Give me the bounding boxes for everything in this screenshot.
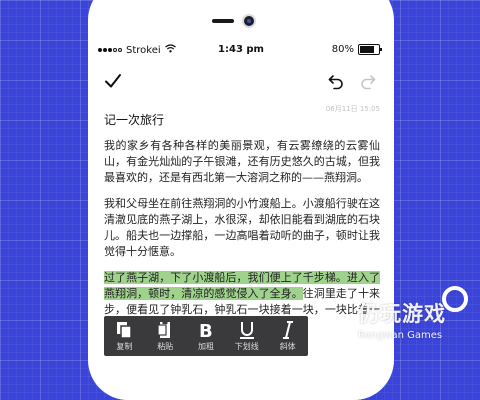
status-bar: Strokei 1:43 pm 80% — [88, 42, 394, 58]
italic-button[interactable]: 斜体 — [269, 320, 307, 352]
watermark-text: 仍玩游戏 — [358, 302, 446, 326]
front-camera — [244, 16, 254, 26]
italic-icon — [280, 320, 296, 340]
speaker-grille — [212, 19, 234, 23]
italic-label: 斜体 — [279, 342, 296, 351]
redo-icon[interactable] — [360, 74, 376, 94]
paste-label: 粘贴 — [157, 342, 174, 351]
battery-icon — [358, 44, 382, 55]
paragraph: 我的家乡有各种各样的美丽景观，有云雾缭绕的云雾仙山，有金光灿灿的子午银滩，还有历… — [104, 139, 380, 184]
watermark-subtext: Rengwan Games — [358, 330, 443, 341]
format-toolbar: 复制 粘贴 B 加粗 下划线 斜体 — [104, 316, 308, 356]
status-right: 80% — [331, 44, 382, 55]
note-title: 记一次旅行 — [104, 113, 165, 127]
underline-button[interactable]: 下划线 — [228, 320, 266, 352]
svg-text:B: B — [199, 321, 213, 339]
undo-icon[interactable] — [328, 74, 344, 94]
watermark-logo: 仍玩游戏 Rengwan Games — [358, 298, 446, 341]
copy-label: 复制 — [116, 342, 133, 351]
check-icon[interactable] — [104, 72, 122, 94]
copy-button[interactable]: 复制 — [105, 320, 143, 352]
bold-label: 加粗 — [197, 342, 214, 351]
paste-button[interactable]: 粘贴 — [146, 320, 184, 352]
copy-icon — [116, 320, 133, 340]
paste-icon — [157, 320, 173, 340]
note-content[interactable]: 记一次旅行 我的家乡有各种各样的美丽景观，有云雾缭绕的云雾仙山，有金光灿灿的子午… — [104, 110, 380, 344]
paragraph: 我和父母坐在前往燕翔洞的小竹渡船上。小渡船行驶在这清澈见底的燕子湖上，水很深，却… — [104, 197, 380, 258]
bold-icon: B — [198, 320, 214, 340]
battery-percent: 80% — [331, 44, 354, 55]
underline-icon — [239, 320, 255, 340]
bold-button[interactable]: B 加粗 — [187, 320, 225, 352]
editor-toolbar — [88, 70, 394, 98]
underline-label: 下划线 — [234, 342, 259, 351]
